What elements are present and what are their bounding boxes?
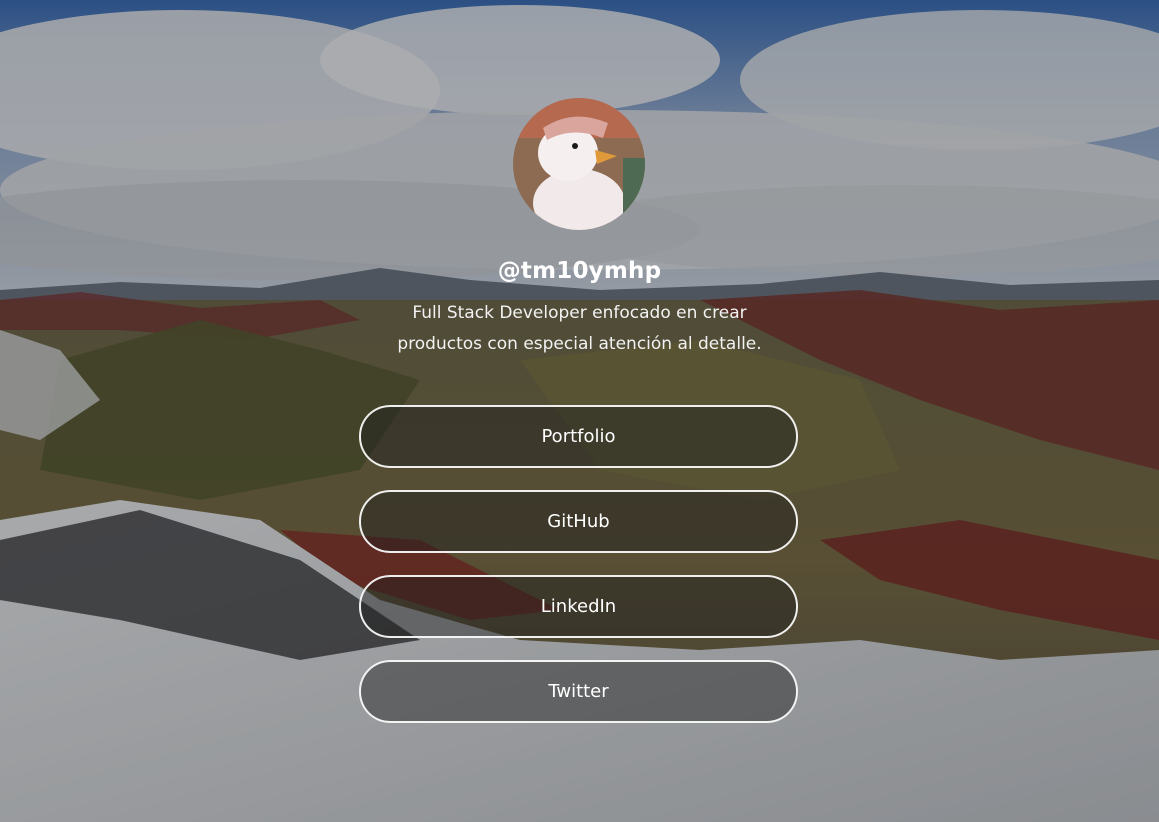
twitter-link-button[interactable]: Twitter: [359, 660, 798, 723]
avatar: [513, 98, 645, 230]
bio: Full Stack Developer enfocado en crear p…: [370, 298, 789, 360]
bio-line: Full Stack Developer enfocado en crear: [412, 303, 747, 323]
portfolio-link-button[interactable]: Portfolio: [359, 405, 798, 468]
bio-line: productos con especial atención al detal…: [397, 334, 762, 354]
link-list: Portfolio GitHub LinkedIn Twitter: [359, 405, 798, 745]
username: @tm10ymhp: [497, 258, 662, 284]
github-link-button[interactable]: GitHub: [359, 490, 798, 553]
profile-card: @tm10ymhp Full Stack Developer enfocado …: [0, 0, 1159, 822]
linkedin-link-button[interactable]: LinkedIn: [359, 575, 798, 638]
